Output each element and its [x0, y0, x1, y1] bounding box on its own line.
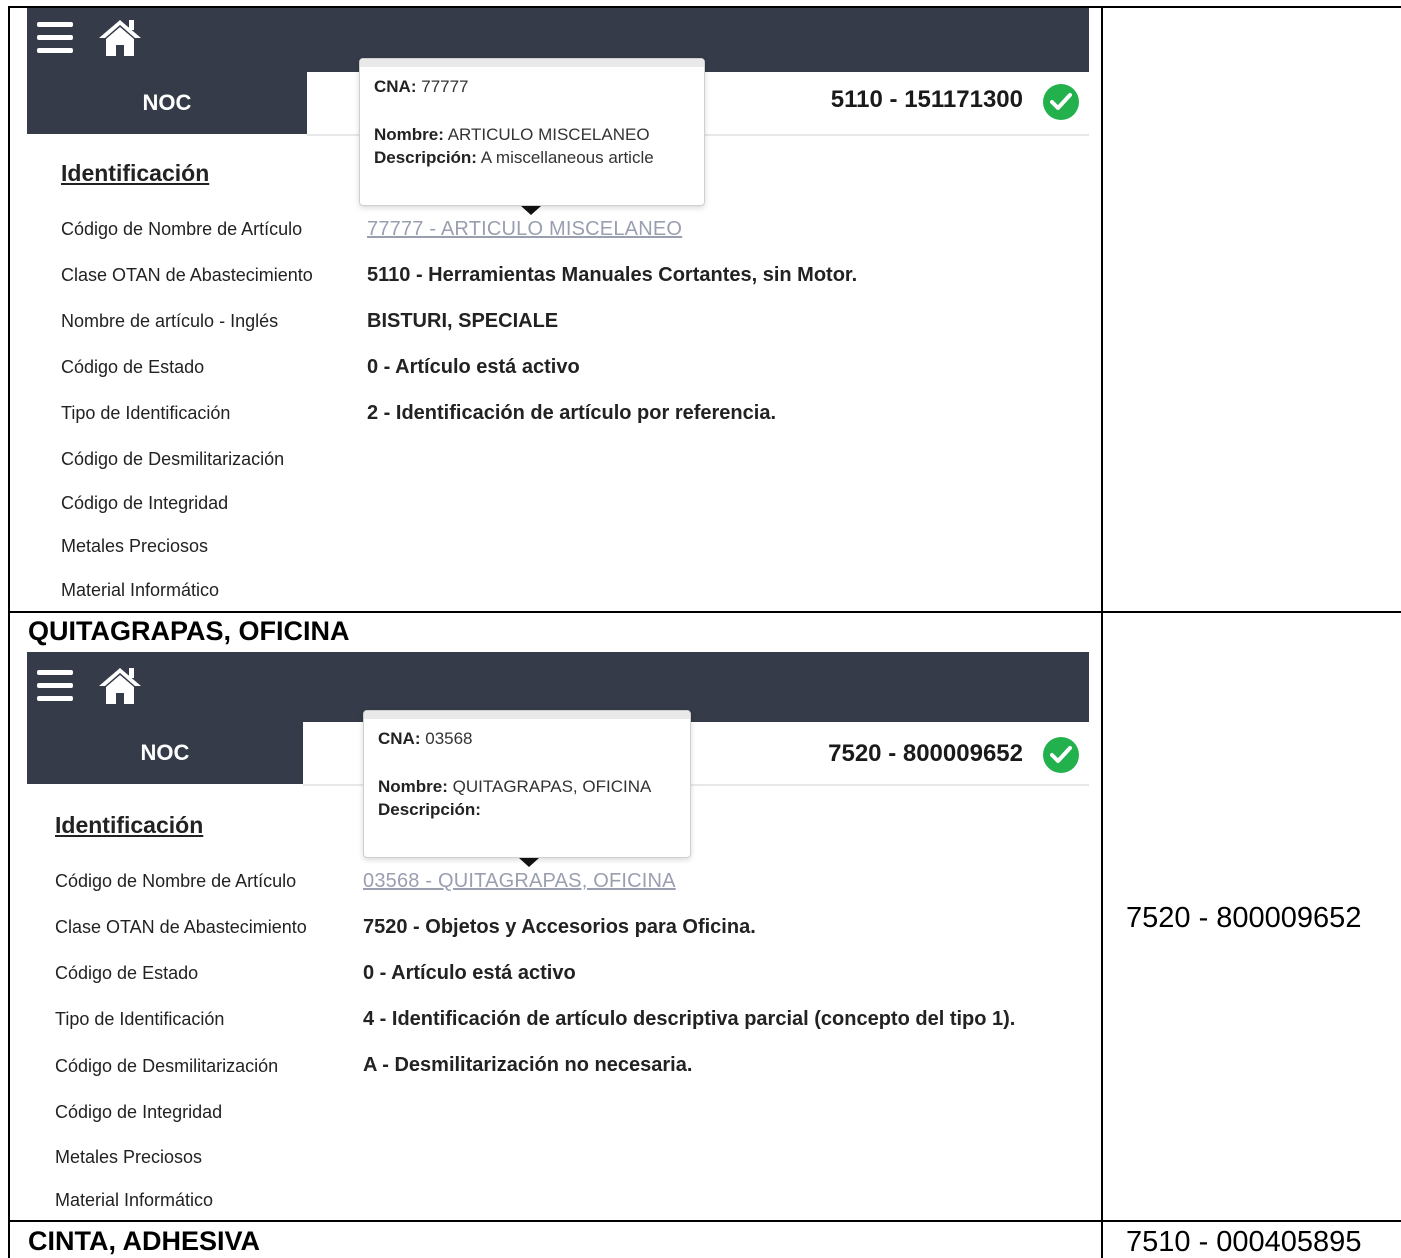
field-value: 5110 - Herramientas Manuales Cortantes, …: [367, 264, 858, 286]
cna-tooltip: CNA: 77777 Nombre: ARTICULO MISCELANEO D…: [359, 58, 705, 206]
tooltip-arrow-icon: [519, 858, 539, 867]
field-label: Tipo de Identificación: [55, 1009, 225, 1029]
tooltip-arrow-icon: [521, 206, 541, 215]
field-label: Código de Nombre de Artículo: [55, 871, 297, 891]
check-circle-icon: [1043, 737, 1079, 773]
table-border-row2: [8, 1220, 1401, 1222]
field-label: Material Informático: [61, 580, 220, 600]
home-icon[interactable]: [97, 16, 143, 60]
field-value: 7520 - Objetos y Accesorios para Oficina…: [363, 916, 756, 938]
table-border-middle: [1101, 6, 1103, 1258]
field-label: Código de Desmilitarización: [55, 1056, 279, 1076]
field-label: Código de Nombre de Artículo: [61, 219, 303, 239]
field-label: Clase OTAN de Abastecimiento: [55, 917, 307, 937]
cna-tooltip: CNA: 03568 Nombre: QUITAGRAPAS, OFICINA …: [363, 710, 691, 858]
field-label: Clase OTAN de Abastecimiento: [61, 265, 313, 285]
hamburger-menu-icon[interactable]: [37, 22, 73, 54]
table-border-left: [8, 6, 10, 1258]
item-card-2: NOC 7520 - 800009652 Identificación Códi…: [27, 652, 1089, 1218]
field-value: 4 - Identificación de artículo descripti…: [363, 1008, 1016, 1030]
field-label: Código de Estado: [55, 963, 199, 983]
nombre-label: Nombre:: [378, 777, 448, 796]
field-label: Metales Preciosos: [55, 1147, 203, 1167]
item-card-1: NOC 5110 - 151171300 Identificación Códi…: [27, 8, 1089, 608]
cna-link[interactable]: 77777 - ARTICULO MISCELANEO: [367, 218, 682, 241]
noc-code: 5110 - 151171300: [830, 86, 1023, 113]
field-value: 2 - Identificación de artículo por refer…: [367, 402, 776, 424]
field-label: Código de Estado: [61, 357, 205, 377]
noc-code: 7520 - 800009652: [828, 740, 1023, 767]
row-title: CINTA, ADHESIVA: [28, 1226, 261, 1256]
field-value: BISTURI, SPECIALE: [367, 310, 559, 332]
field-label: Código de Integridad: [55, 1102, 223, 1122]
nombre-label: Nombre:: [374, 125, 444, 144]
tab-noc[interactable]: NOC: [27, 72, 307, 134]
field-value: 0 - Artículo está activo: [367, 356, 580, 378]
cna-label: CNA:: [374, 77, 417, 96]
field-label: Tipo de Identificación: [61, 403, 231, 423]
field-label: Material Informático: [55, 1190, 214, 1210]
row-title: QUITAGRAPAS, OFICINA: [28, 616, 350, 646]
row-noc-value: 7510 - 000405895: [1126, 1226, 1362, 1258]
cna-label: CNA:: [378, 729, 421, 748]
check-circle-icon: [1043, 84, 1079, 120]
section-title: Identificación: [61, 160, 210, 186]
tab-noc[interactable]: NOC: [27, 722, 303, 784]
cna-value: 03568: [425, 729, 473, 748]
nombre-value: ARTICULO MISCELANEO: [447, 125, 650, 144]
descripcion-value: A miscellaneous article: [480, 148, 654, 167]
field-value: A - Desmilitarización no necesaria.: [363, 1054, 693, 1076]
field-value: 0 - Artículo está activo: [363, 962, 576, 984]
home-icon[interactable]: [97, 664, 143, 708]
row-noc-value: 7520 - 800009652: [1126, 902, 1362, 934]
field-label: Código de Desmilitarización: [61, 449, 285, 469]
table-border-row1: [8, 611, 1401, 613]
cna-value: 77777: [421, 77, 469, 96]
field-label: Código de Integridad: [61, 493, 229, 513]
field-label: Metales Preciosos: [61, 536, 209, 556]
cna-link[interactable]: 03568 - QUITAGRAPAS, OFICINA: [363, 870, 676, 893]
descripcion-label: Descripción:: [374, 148, 477, 167]
descripcion-label: Descripción:: [378, 800, 481, 819]
nombre-value: QUITAGRAPAS, OFICINA: [452, 777, 652, 796]
hamburger-menu-icon[interactable]: [37, 670, 73, 702]
field-label: Nombre de artículo - Inglés: [61, 311, 279, 331]
section-title: Identificación: [55, 812, 204, 838]
